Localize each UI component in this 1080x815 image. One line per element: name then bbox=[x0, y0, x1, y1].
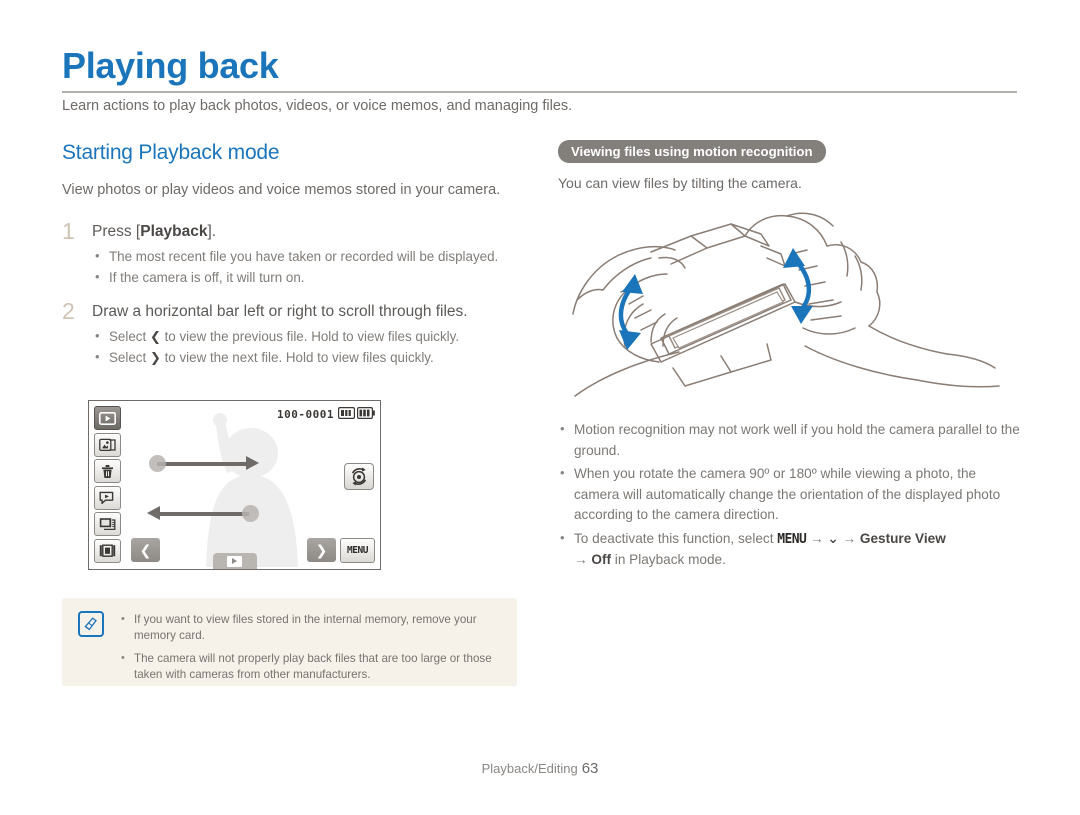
slideshow-icon[interactable] bbox=[94, 485, 121, 510]
chevron-right-icon: ❯ bbox=[149, 349, 161, 365]
camera-lcd-illustration: 100-0001 ❮ ❯ MENU bbox=[88, 400, 383, 572]
playback-mode-icon[interactable] bbox=[94, 406, 121, 430]
rotate-photo-icon[interactable] bbox=[344, 463, 374, 490]
hands-holding-camera-diagram bbox=[572, 212, 1000, 397]
step-2-bullets: Select ❮ to view the previous file. Hold… bbox=[92, 326, 522, 368]
rotation-arrow-left-head-top bbox=[622, 274, 643, 294]
motion-recognition-notes: Motion recognition may not work well if … bbox=[558, 419, 1023, 574]
page-subtitle: Learn actions to play back photos, video… bbox=[62, 98, 573, 114]
step-1: 1 Press [Playback]. The most recent file… bbox=[62, 218, 522, 288]
multi-slideshow-icon[interactable] bbox=[94, 512, 121, 536]
title-divider bbox=[62, 91, 1017, 93]
memory-card-icon bbox=[338, 407, 355, 419]
deactivate-suffix: in Playback mode. bbox=[611, 552, 726, 567]
thumbnail-view-icon[interactable] bbox=[94, 538, 121, 563]
rotation-arrow-left-head-bottom bbox=[619, 330, 641, 350]
step-1-title-prefix: Press [ bbox=[92, 223, 141, 240]
lcd-screen: 100-0001 ❮ ❯ MENU bbox=[88, 400, 381, 570]
gesture-view-option: Gesture View bbox=[859, 530, 946, 546]
list-item: To deactivate this function, select MENU… bbox=[558, 528, 1023, 571]
menu-icon: MENU bbox=[777, 531, 807, 547]
manual-page: Playing back Learn actions to play back … bbox=[0, 0, 1080, 815]
list-item: Select ❯ to view the next file. Hold to … bbox=[92, 347, 522, 368]
list-item: If the camera is off, it will turn on. bbox=[92, 267, 522, 288]
bullet-suffix: to view the previous file. Hold to view … bbox=[160, 329, 460, 344]
step-1-title: Press [Playback]. bbox=[92, 221, 522, 243]
page-title: Playing back bbox=[62, 45, 279, 86]
file-number: 100-0001 bbox=[277, 408, 334, 421]
list-item: Motion recognition may not work well if … bbox=[558, 419, 1023, 461]
arrow-icon: → bbox=[842, 530, 857, 546]
chevron-down-icon: ⌄ bbox=[827, 530, 839, 546]
bottom-play-tab[interactable] bbox=[212, 553, 257, 569]
drag-arrow-left bbox=[147, 505, 259, 522]
smart-album-icon[interactable] bbox=[94, 432, 121, 457]
step-1-number: 1 bbox=[62, 218, 75, 244]
note-pen-icon bbox=[78, 611, 104, 637]
rotation-arrow-right-head-bottom bbox=[791, 306, 813, 324]
battery-icon bbox=[357, 407, 375, 419]
rotate-note-text: When you rotate the camera 90º or 180º w… bbox=[574, 466, 1001, 522]
lcd-side-toolbar bbox=[94, 406, 122, 565]
footer-page-number: 63 bbox=[581, 760, 599, 777]
bullet-prefix: Select bbox=[109, 329, 150, 344]
page-footer: Playback/Editing 63 bbox=[0, 760, 1080, 777]
step-1-title-suffix: ]. bbox=[207, 223, 217, 240]
note-box: If you want to view files stored in the … bbox=[62, 598, 517, 686]
section-heading: Starting Playback mode bbox=[62, 141, 280, 164]
chevron-left-icon: ❮ bbox=[149, 329, 161, 344]
list-item: The most recent file you have taken or r… bbox=[92, 246, 522, 267]
section-lead: View photos or play videos and voice mem… bbox=[62, 182, 501, 198]
bullet-suffix: to view the next file. Hold to view file… bbox=[160, 349, 434, 365]
step-2: 2 Draw a horizontal bar left or right to… bbox=[62, 298, 522, 368]
next-file-button[interactable]: ❯ bbox=[307, 538, 336, 562]
play-icon bbox=[227, 555, 242, 567]
delete-icon[interactable] bbox=[94, 459, 121, 483]
bullet-prefix: Select bbox=[109, 349, 150, 365]
footer-section: Playback/Editing bbox=[481, 761, 578, 776]
step-1-bullets: The most recent file you have taken or r… bbox=[92, 246, 522, 288]
photo-subject-silhouette bbox=[205, 413, 298, 567]
off-value: Off bbox=[591, 552, 612, 567]
arrow-icon: → bbox=[574, 552, 588, 567]
previous-file-button[interactable]: ❮ bbox=[131, 538, 160, 562]
subsection-lead: You can view files by tilting the camera… bbox=[558, 175, 802, 191]
drag-arrow-right bbox=[149, 455, 259, 472]
list-item: Select ❮ to view the previous file. Hold… bbox=[92, 326, 522, 347]
list-item: The camera will not properly play back f… bbox=[120, 650, 501, 683]
subsection-tagline: Viewing files using motion recognition bbox=[558, 140, 826, 163]
note-list: If you want to view files stored in the … bbox=[120, 611, 501, 683]
step-2-number: 2 bbox=[62, 298, 75, 324]
step-2-title: Draw a horizontal bar left or right to s… bbox=[92, 303, 468, 320]
arrow-icon: → bbox=[809, 530, 824, 546]
right-column: Viewing files using motion recognition Y… bbox=[558, 140, 1018, 193]
deactivate-prefix: To deactivate this function, select bbox=[574, 530, 778, 546]
list-item: When you rotate the camera 90º or 180º w… bbox=[558, 463, 1023, 526]
list-item: If you want to view files stored in the … bbox=[120, 611, 501, 644]
step-1-title-bold: Playback bbox=[140, 223, 208, 240]
left-column: Starting Playback mode View photos or pl… bbox=[62, 140, 522, 381]
menu-button[interactable]: MENU bbox=[340, 538, 375, 563]
